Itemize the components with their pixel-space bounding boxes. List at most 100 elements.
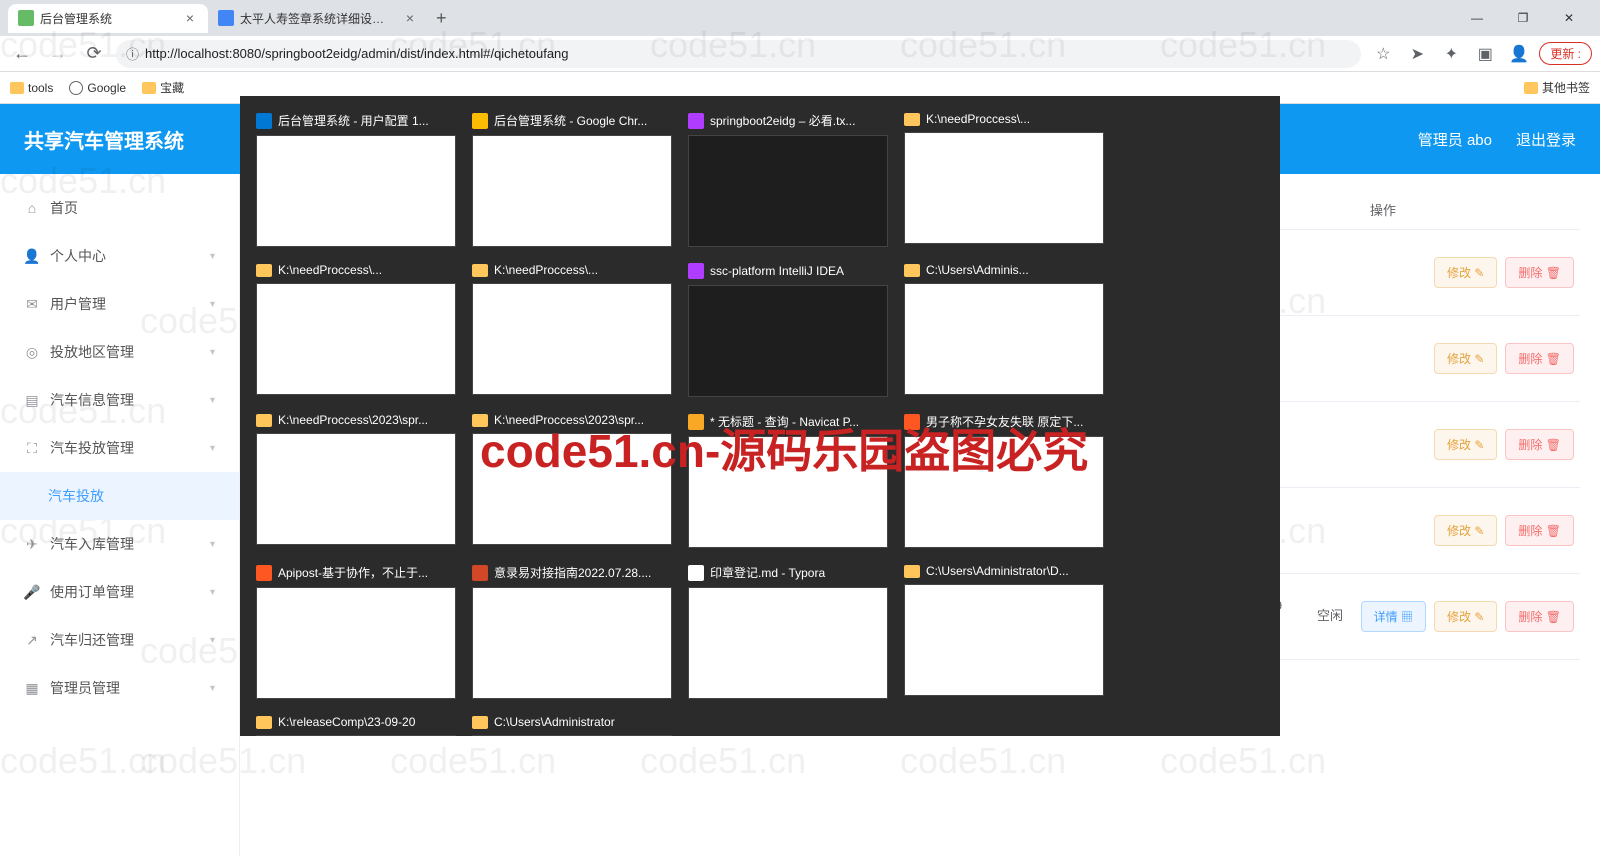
edit-button[interactable]: 修改 ✎ [1434, 429, 1497, 460]
window-title: * 无标题 - 查询 - Navicat P... [688, 413, 888, 430]
switcher-window[interactable]: 后台管理系统 - 用户配置 1... [256, 112, 456, 247]
window-title: springboot2eidg – 必看.tx... [688, 112, 888, 129]
switcher-window[interactable]: * 无标题 - 查询 - Navicat P... [688, 413, 888, 548]
close-tab-icon[interactable]: × [182, 10, 198, 26]
close-button[interactable]: ✕ [1546, 2, 1592, 34]
delete-button[interactable]: 删除 🗑 [1505, 429, 1574, 460]
url-box[interactable]: ⓘ http://localhost:8080/springboot2eidg/… [116, 40, 1361, 68]
star-icon[interactable]: ☆ [1369, 40, 1397, 68]
sidebar: ⌂首页👤个人中心▾✉用户管理▾◎投放地区管理▾▤汽车信息管理▾⛶汽车投放管理▾汽… [0, 174, 240, 856]
sidebar-label: 使用订单管理 [50, 582, 134, 602]
window-thumbnail [688, 135, 888, 247]
switcher-window[interactable]: K:\needProccess\... [256, 263, 456, 397]
edit-button[interactable]: 修改 ✎ [1434, 343, 1497, 374]
delete-button[interactable]: 删除 🗑 [1505, 515, 1574, 546]
edit-button[interactable]: 修改 ✎ [1434, 601, 1497, 632]
sidebar-item-0[interactable]: ⌂首页 [0, 184, 239, 232]
doc-favicon [218, 10, 234, 26]
window-thumbnail [904, 283, 1104, 395]
sidebar-item-3[interactable]: ◎投放地区管理▾ [0, 328, 239, 376]
sidebar-item-6[interactable]: 汽车投放 [0, 472, 239, 520]
sidebar-label: 管理员管理 [50, 678, 120, 698]
sidebar-item-2[interactable]: ✉用户管理▾ [0, 280, 239, 328]
switcher-window[interactable]: K:\needProccess\2023\spr... [256, 413, 456, 548]
switcher-window[interactable]: 意录易对接指南2022.07.28.... [472, 564, 672, 699]
switcher-window[interactable]: K:\needProccess\... [904, 112, 1104, 247]
window-controls: — ❐ ✕ [1454, 2, 1592, 34]
delete-button[interactable]: 删除 🗑 [1505, 257, 1574, 288]
switcher-window[interactable]: K:\needProccess\2023\spr... [472, 413, 672, 548]
detail-button[interactable]: 详情 ▦ [1361, 601, 1426, 632]
sidebar-item-7[interactable]: ✈汽车入库管理▾ [0, 520, 239, 568]
chevron-down-icon: ▾ [210, 539, 215, 550]
maximize-button[interactable]: ❐ [1500, 2, 1546, 34]
sidebar-label: 用户管理 [50, 294, 106, 314]
window-thumbnail [472, 135, 672, 247]
update-button[interactable]: 更新 : [1539, 42, 1592, 65]
minimize-button[interactable]: — [1454, 2, 1500, 34]
switcher-window[interactable]: C:\Users\Adminis... [904, 263, 1104, 397]
url-text: http://localhost:8080/springboot2eidg/ad… [145, 46, 1351, 61]
window-title: K:\needProccess\2023\spr... [472, 413, 672, 427]
row-actions: 修改 ✎ 删除 🗑 [1360, 257, 1580, 288]
browser-tab[interactable]: 太平人寿签章系统详细设计文档 × [208, 4, 428, 33]
profile-icon[interactable]: 👤 [1505, 40, 1533, 68]
bookmark-item[interactable]: 宝藏 [142, 79, 184, 96]
switcher-window[interactable]: ssc-platform IntelliJ IDEA [688, 263, 888, 397]
folder-icon [904, 565, 920, 578]
header-right: 管理员 abo 退出登录 [1418, 129, 1576, 150]
sidebar-label: 汽车入库管理 [50, 534, 134, 554]
switcher-window[interactable]: 男子称不孕女友失联 原定下... [904, 413, 1104, 548]
admin-label[interactable]: 管理员 abo [1418, 129, 1492, 150]
edit-button[interactable]: 修改 ✎ [1434, 515, 1497, 546]
chevron-down-icon: ▾ [210, 587, 215, 598]
window-thumbnail [256, 587, 456, 699]
delete-button[interactable]: 删除 🗑 [1505, 601, 1574, 632]
reload-button[interactable]: ⟳ [80, 40, 108, 68]
window-title: K:\needProccess\... [256, 263, 456, 277]
sidebar-item-10[interactable]: ▦管理员管理▾ [0, 664, 239, 712]
switcher-window[interactable]: springboot2eidg – 必看.tx... [688, 112, 888, 247]
sidebar-item-1[interactable]: 👤个人中心▾ [0, 232, 239, 280]
switcher-window[interactable]: Apipost-基于协作，不止于... [256, 564, 456, 699]
forward-button[interactable]: → [44, 40, 72, 68]
sidebar-label: 汽车归还管理 [50, 630, 134, 650]
edit-button[interactable]: 修改 ✎ [1434, 257, 1497, 288]
tab-title: 后台管理系统 [40, 10, 176, 27]
switcher-window[interactable]: 印章登记.md - Typora [688, 564, 888, 699]
sidepanel-icon[interactable]: ▣ [1471, 40, 1499, 68]
scan-icon: ⛶ [24, 440, 40, 456]
window-thumbnail [688, 285, 888, 397]
sidebar-item-5[interactable]: ⛶汽车投放管理▾ [0, 424, 239, 472]
new-tab-button[interactable]: + [428, 4, 455, 33]
window-thumbnail [472, 587, 672, 699]
back-button[interactable]: ← [8, 40, 36, 68]
delete-button[interactable]: 删除 🗑 [1505, 343, 1574, 374]
bookmark-item[interactable]: Google [69, 81, 126, 95]
task-switcher[interactable]: 后台管理系统 - 用户配置 1...后台管理系统 - Google Chr...… [240, 96, 1280, 736]
window-title: K:\releaseComp\23-09-20 [256, 715, 456, 729]
arrow-icon[interactable]: ➤ [1403, 40, 1431, 68]
sidebar-item-8[interactable]: 🎤使用订单管理▾ [0, 568, 239, 616]
switcher-window[interactable]: C:\Users\Administrator\D... [904, 564, 1104, 699]
addr-actions: ☆ ➤ ✦ ▣ 👤 更新 : [1369, 40, 1592, 68]
browser-tab[interactable]: 后台管理系统 × [8, 4, 208, 33]
row-actions: 修改 ✎ 删除 🗑 [1360, 515, 1580, 546]
chevron-down-icon: ▾ [210, 443, 215, 454]
window-title: ssc-platform IntelliJ IDEA [688, 263, 888, 279]
switcher-window[interactable]: 后台管理系统 - Google Chr... [472, 112, 672, 247]
switcher-window[interactable]: K:\releaseComp\23-09-20 [256, 715, 456, 736]
switcher-window[interactable]: K:\needProccess\... [472, 263, 672, 397]
sidebar-label: 投放地区管理 [50, 342, 134, 362]
sidebar-item-4[interactable]: ▤汽车信息管理▾ [0, 376, 239, 424]
extensions-icon[interactable]: ✦ [1437, 40, 1465, 68]
logout-button[interactable]: 退出登录 [1516, 129, 1576, 150]
switcher-window[interactable]: C:\Users\Administrator [472, 715, 672, 736]
other-bookmarks[interactable]: 其他书签 [1524, 79, 1590, 96]
sidebar-item-9[interactable]: ↗汽车归还管理▾ [0, 616, 239, 664]
close-tab-icon[interactable]: × [402, 10, 418, 26]
bookmark-item[interactable]: tools [10, 81, 53, 95]
edge-icon [256, 113, 272, 129]
site-info-icon[interactable]: ⓘ [126, 44, 139, 63]
chevron-down-icon: ▾ [210, 683, 215, 694]
